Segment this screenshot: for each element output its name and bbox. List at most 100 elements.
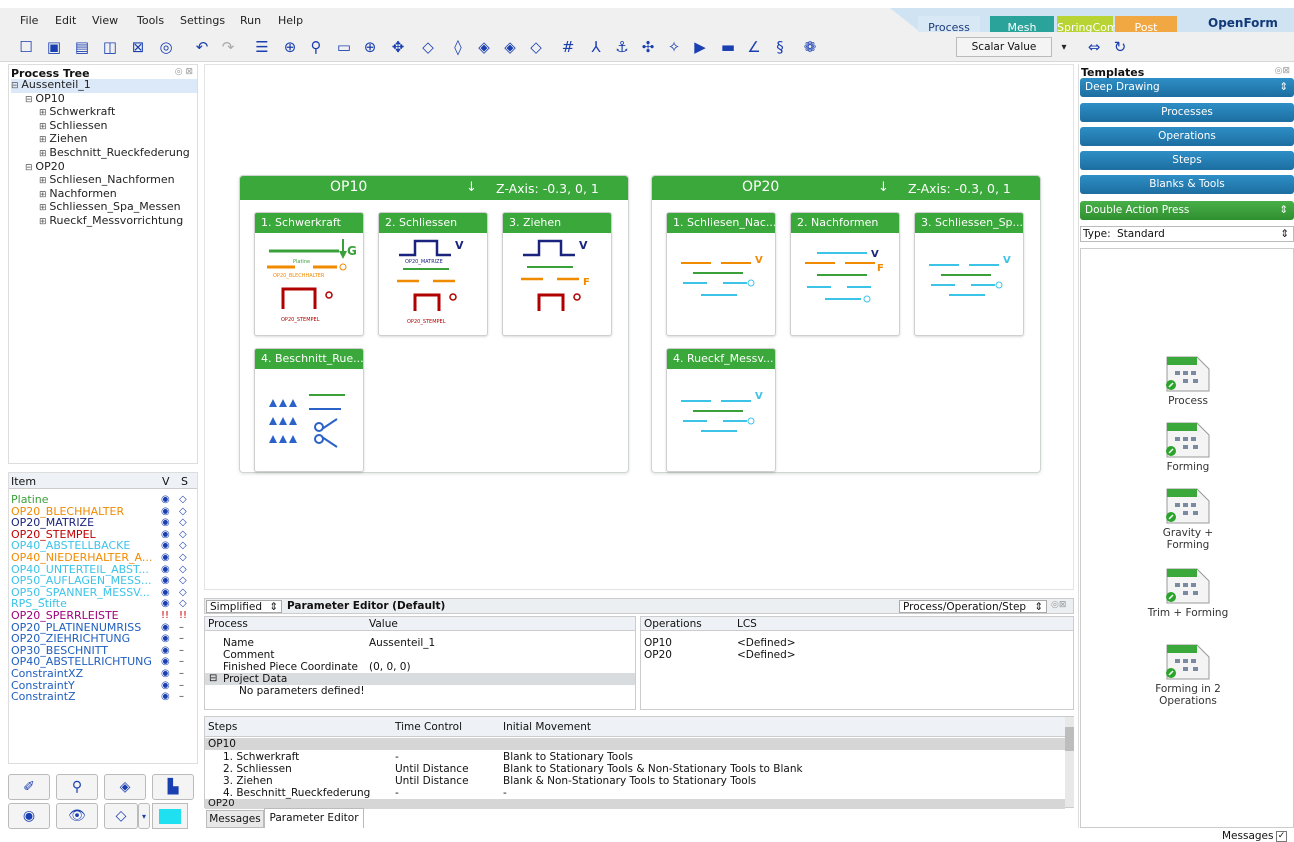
table-row[interactable]: 2. Schliessen Until Distance Blank to Stat… [205,763,1065,775]
fit-icon[interactable]: ⊕ [280,37,300,57]
pick-icon[interactable]: ✧ [664,37,684,57]
project-data-row[interactable]: ⊟ Project Data [205,673,635,685]
stationary-flag[interactable]: – [179,633,184,645]
template-item[interactable]: Forming in 2 Operations [1141,641,1235,707]
tree-node[interactable]: ⊞ Schwerkraft [11,106,197,120]
template-item[interactable]: Trim + Forming [1141,565,1235,619]
template-item[interactable]: Process [1141,353,1235,407]
collapse-icon[interactable]: ⊟ [25,95,35,105]
param-coord-value[interactable]: (0, 0, 0) [369,661,411,673]
tree-node[interactable]: ⊞ Schliessen_Spa_Messen [11,201,197,215]
eye-icon[interactable]: ◉ [161,575,170,587]
op20-box[interactable]: OP20 ↓ Z-Axis: -0.3, 0, 1 1. Schliesen_N… [651,175,1041,473]
new-file-icon[interactable]: ☐ [16,37,36,57]
collapse-icon[interactable]: ⊟ [25,163,35,173]
tree-node[interactable]: ⊞ Schliesen_Nachformen [11,174,197,188]
stationary-icon[interactable]: ◇ [179,506,187,518]
stationary-flag[interactable]: – [179,691,184,703]
expand-icon[interactable]: ⊞ [39,176,49,186]
stationary-flag[interactable]: – [179,656,184,668]
template-item[interactable]: Gravity + Forming [1141,485,1235,551]
tree-node[interactable]: ⊟ OP10 [11,92,197,107]
processes-button[interactable]: Processes [1080,103,1294,122]
step-card[interactable]: 2. Schliessen V OP20_MATRIZE OP20_STEMPE… [378,212,488,336]
clear-visibility-button[interactable]: ◉ [8,803,50,829]
tree-node[interactable]: ⊞ Schliessen [11,119,197,134]
document-icon[interactable]: ▤ [72,37,92,57]
view-shaded-icon[interactable]: ◈ [500,37,520,57]
steps-button[interactable]: Steps [1080,151,1294,170]
stationary-icon[interactable]: ◇ [179,517,187,529]
stationary-icon[interactable]: ◇ [179,552,187,564]
step-card[interactable]: 3. Ziehen V F [502,212,612,336]
eye-icon[interactable]: ◉ [161,564,170,576]
expand-icon[interactable]: ⊞ [39,217,49,227]
tab-parameter-editor[interactable]: Parameter Editor [264,808,364,828]
op-row-lcs[interactable]: <Defined> [737,649,796,661]
tree-icon[interactable]: ⚲ [306,37,326,57]
eye-icon[interactable]: ◉ [161,598,170,610]
eye-icon[interactable]: ◉ [161,494,170,506]
table-row[interactable]: 4. Beschnitt_Rueckfederung - - [205,787,1065,799]
visibility-flag[interactable]: !! [161,610,169,622]
scrollbar[interactable] [1065,717,1074,807]
panel-close-icon[interactable]: ◎⊠ [1051,600,1066,610]
tree-tool-button[interactable]: ⚲ [56,774,98,800]
eye-icon[interactable]: ◉ [161,633,170,645]
table-row[interactable]: 3. Ziehen Until Distance Blank & Non-Stati… [205,775,1065,787]
step-card[interactable]: 4. Beschnitt_Rue... [254,348,364,472]
shape-dropdown-arrow[interactable]: ▾ [138,803,150,829]
save-icon[interactable]: ▣ [44,37,64,57]
eye-icon[interactable]: ◉ [161,540,170,552]
menu-tools[interactable]: Tools [137,14,164,27]
list-icon[interactable]: ☰ [252,37,272,57]
type-dropdown[interactable]: Type: Standard ⇕ [1080,226,1294,242]
tree-node[interactable]: ⊟ OP20 [11,160,197,175]
op-row-lcs[interactable]: <Defined> [737,637,796,649]
redo-icon[interactable]: ↷ [218,37,238,57]
menu-edit[interactable]: Edit [55,14,76,27]
menu-view[interactable]: View [92,14,118,27]
stationary-flag[interactable]: – [179,622,184,634]
eye-icon[interactable]: ◉ [161,645,170,657]
stationary-flag[interactable]: – [179,668,184,680]
eye-icon[interactable]: ◉ [161,506,170,518]
rotate-icon[interactable]: ◇ [418,37,438,57]
press-dropdown[interactable]: Double Action Press ⇕ [1080,201,1294,220]
angle-icon[interactable]: ∠ [744,37,764,57]
mirror-icon[interactable]: ⇔ [1084,37,1104,57]
view-mesh-icon[interactable]: ◈ [474,37,494,57]
stationary-icon[interactable]: ◇ [179,587,187,599]
stationary-flag[interactable]: – [179,680,184,692]
stationary-flag[interactable]: !! [179,610,187,622]
eye-icon[interactable]: ◉ [161,656,170,668]
expand-icon[interactable]: ⊞ [39,203,49,213]
scrollbar-thumb[interactable] [1065,727,1074,751]
stationary-icon[interactable]: ◇ [179,575,187,587]
section-icon[interactable]: § [770,37,790,57]
step-card[interactable]: 3. Schliessen_Sp... V [914,212,1024,336]
eye-icon[interactable]: ◉ [161,552,170,564]
menu-help[interactable]: Help [278,14,303,27]
tab-messages[interactable]: Messages [206,810,264,828]
menu-settings[interactable]: Settings [180,14,225,27]
refresh-icon[interactable]: ↻ [1110,37,1130,57]
window-icon[interactable]: ▭ [334,37,354,57]
zoom-icon[interactable]: ⊕ [360,37,380,57]
tree-node[interactable]: ⊞ Beschnitt_Rueckfederung [11,147,197,161]
messages-checkbox[interactable]: ✓ [1276,831,1287,842]
deep-drawing-dropdown[interactable]: Deep Drawing ⇕ [1080,78,1294,97]
expand-icon[interactable]: ⊞ [39,190,49,200]
palette-icon[interactable]: ❁ [800,37,820,57]
group-op10[interactable]: OP10 [205,738,1065,750]
collapse-icon[interactable]: ⊟ [11,81,21,91]
expand-icon[interactable]: ⊞ [39,135,49,145]
tree-node[interactable]: ⊞ Rueckf_Messvorrichtung [11,215,197,229]
stationary-icon[interactable]: ◇ [179,598,187,610]
table-row[interactable]: 1. Schwerkraft - Blank to Stationary Tools [205,751,1065,763]
play-icon[interactable]: ▶ [690,37,710,57]
op10-box[interactable]: OP10 ↓ Z-Axis: -0.3, 0, 1 1. Schwerkraft… [239,175,629,473]
eye-icon[interactable]: ◉ [161,680,170,692]
menu-run[interactable]: Run [240,14,261,27]
dropdown-arrow-icon[interactable]: ▾ [1054,37,1074,57]
